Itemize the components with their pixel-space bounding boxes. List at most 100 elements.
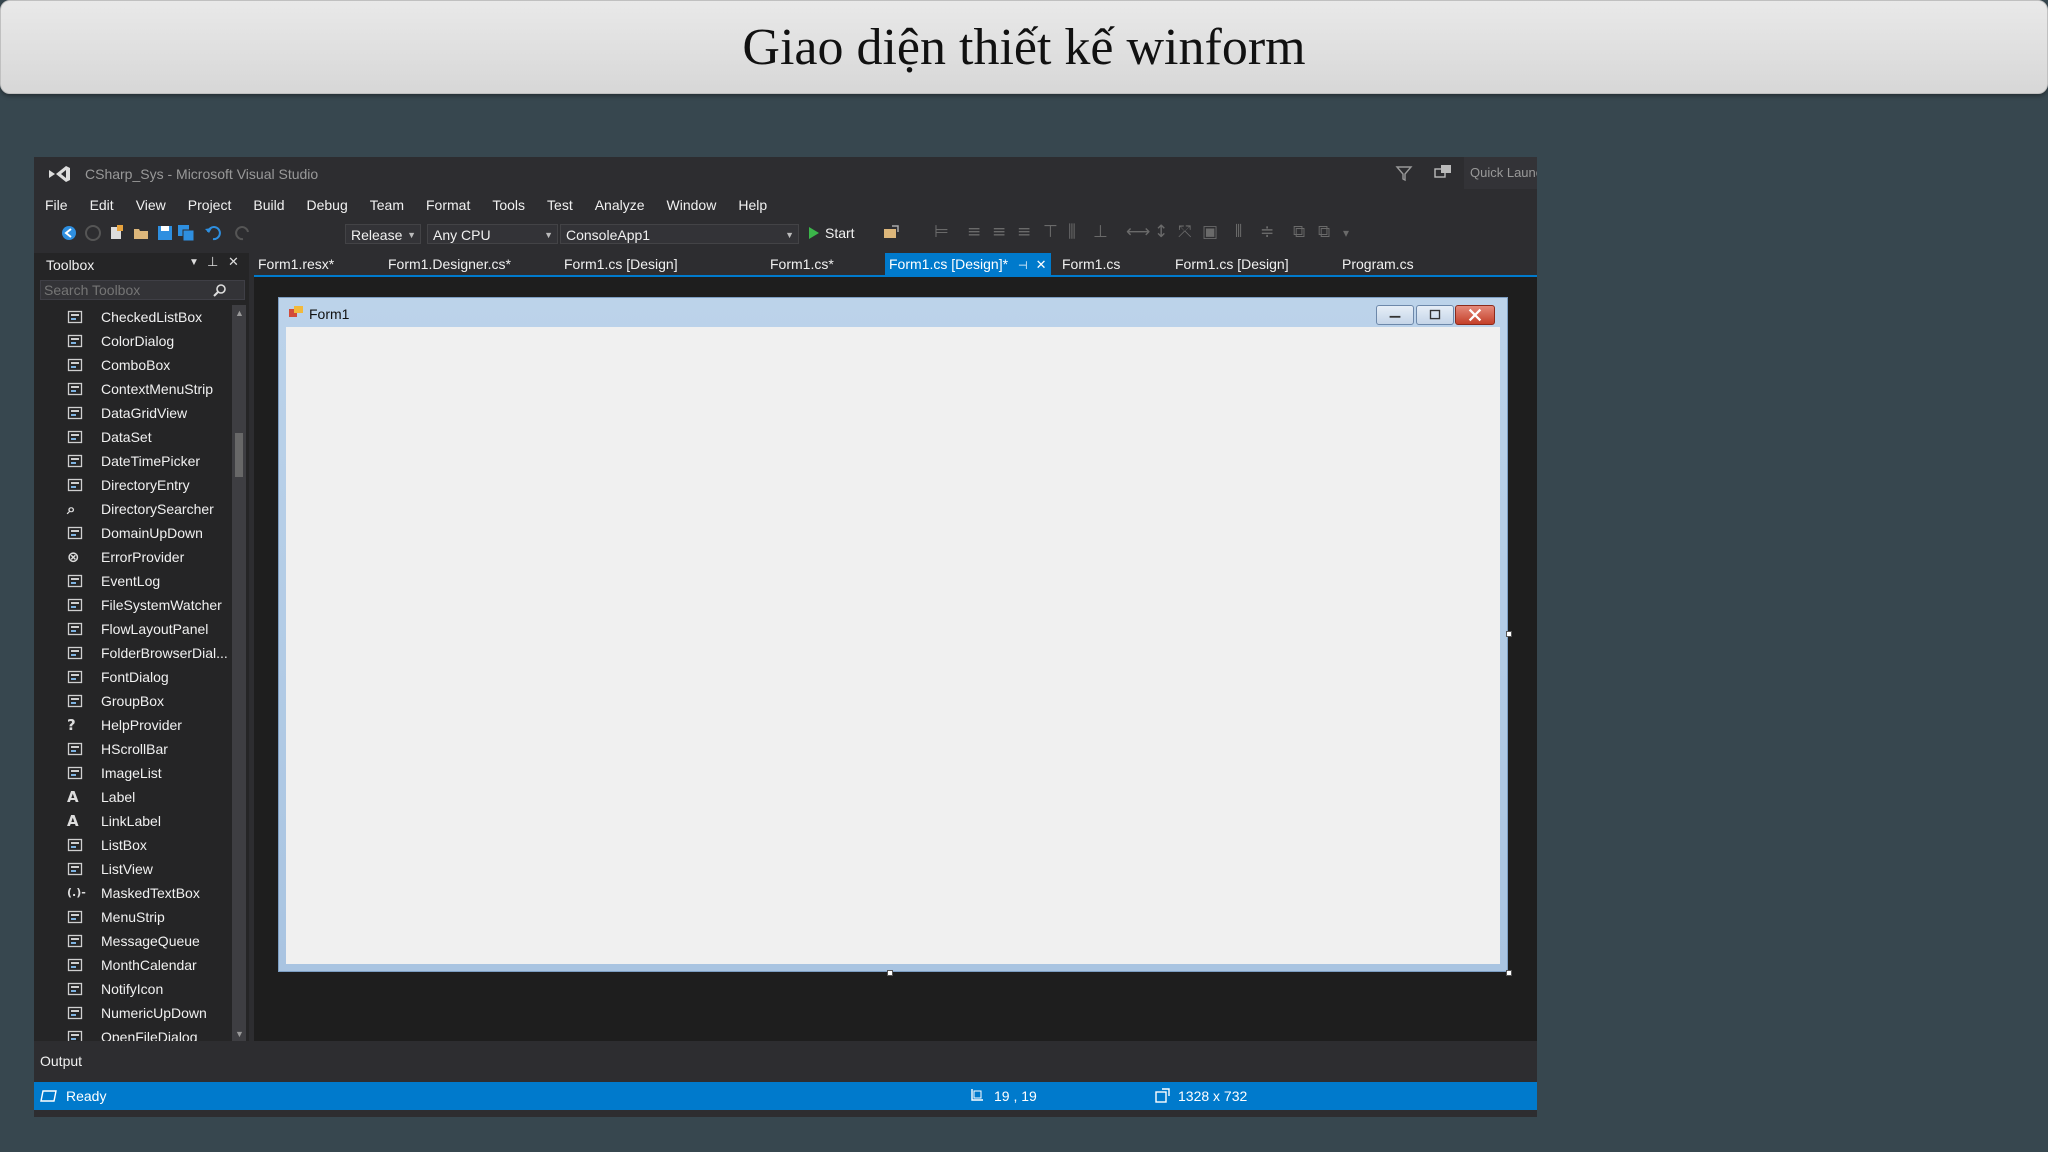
toolbox-scrollbar[interactable]: ▲ ▼ [232, 305, 246, 1041]
menu-edit[interactable]: Edit [79, 193, 125, 217]
menu-view[interactable]: View [125, 193, 177, 217]
toolbox-item[interactable]: A LinkLabel [34, 809, 230, 833]
toolbox-item[interactable]: HScrollBar [34, 737, 230, 761]
start-play-icon[interactable] [804, 224, 822, 242]
toolbox-item[interactable]: DataSet [34, 425, 230, 449]
tab-form1-resx[interactable]: Form1.resx* [254, 253, 338, 275]
search-icon[interactable] [213, 283, 227, 297]
scroll-down-icon[interactable]: ▼ [235, 1029, 244, 1039]
tab-form1-cs[interactable]: Form1.cs [1058, 253, 1124, 275]
window-position-icon[interactable]: ▼ [189, 257, 199, 268]
start-button[interactable]: Start [825, 225, 855, 241]
toolbox-item[interactable]: ContextMenuStrip [34, 377, 230, 401]
tab-program-cs[interactable]: Program.cs [1338, 253, 1418, 275]
make-same-width-icon[interactable]: ⟷ [1126, 222, 1150, 242]
undo-icon[interactable] [204, 224, 222, 242]
align-left-icon[interactable]: ≡ [967, 222, 981, 242]
close-icon[interactable]: ✕ [1036, 257, 1047, 272]
toolbox-item[interactable]: ComboBox [34, 353, 230, 377]
tab-form1-design-active[interactable]: Form1.cs [Design]* ⊣ ✕ [885, 253, 1051, 275]
vertical-spacing-icon[interactable]: ≑ [1260, 222, 1274, 242]
resize-handle-corner[interactable] [1506, 970, 1512, 976]
align-right-icon[interactable]: ≡ [1017, 222, 1031, 242]
toolbox-item[interactable]: MessageQueue [34, 929, 230, 953]
menu-format[interactable]: Format [415, 193, 481, 217]
bring-to-front-icon[interactable]: ⧉ [1293, 222, 1305, 242]
toolbox-item[interactable]: MenuStrip [34, 905, 230, 929]
pin-icon[interactable]: ⊣ [1018, 260, 1028, 272]
output-panel-tab[interactable]: Output [40, 1053, 82, 1069]
toolbox-item[interactable]: DomainUpDown [34, 521, 230, 545]
toolbox-item[interactable]: ImageList [34, 761, 230, 785]
toolbox-item[interactable]: CheckedListBox [34, 305, 230, 329]
toolbox-item[interactable]: ⌕ DirectorySearcher [34, 497, 230, 521]
toolbox-item[interactable]: ? HelpProvider [34, 713, 230, 737]
toolbox-item[interactable]: ListView [34, 857, 230, 881]
toolbox-item[interactable]: (.)- MaskedTextBox [34, 881, 230, 905]
pin-icon[interactable]: ⊥ [207, 254, 218, 270]
menu-debug[interactable]: Debug [296, 193, 359, 217]
feedback-icon[interactable] [1432, 163, 1454, 183]
save-all-icon[interactable] [177, 224, 195, 242]
toolbox-item[interactable]: DateTimePicker [34, 449, 230, 473]
platform-dropdown[interactable]: Any CPU ▼ [427, 224, 558, 244]
tab-form1-design[interactable]: Form1.cs [Design] [560, 253, 682, 275]
form-client-area[interactable] [286, 327, 1500, 964]
make-same-height-icon[interactable]: ↕ [1154, 222, 1168, 242]
browser-link-icon[interactable] [882, 224, 900, 242]
align-lefts-icon[interactable]: ⊨ [934, 222, 949, 242]
toolbox-item[interactable]: ⊗ ErrorProvider [34, 545, 230, 569]
toolbox-item[interactable]: ColorDialog [34, 329, 230, 353]
configuration-dropdown[interactable]: Release ▼ [345, 224, 421, 244]
tab-form1-design-2[interactable]: Form1.cs [Design] [1171, 253, 1293, 275]
toolbox-item[interactable]: FileSystemWatcher [34, 593, 230, 617]
send-to-back-icon[interactable]: ⧉ [1318, 222, 1330, 242]
toolbox-item[interactable]: DirectoryEntry [34, 473, 230, 497]
menu-project[interactable]: Project [177, 193, 243, 217]
align-middle-icon[interactable]: ⫼ [1068, 222, 1076, 242]
resize-handle-bottom[interactable] [887, 970, 893, 976]
navigate-back-icon[interactable] [60, 224, 78, 242]
horizontal-spacing-icon[interactable]: ⫴ [1235, 222, 1242, 242]
quick-launch-input[interactable]: Quick Launch [1464, 157, 1537, 189]
toolbox-search[interactable] [40, 280, 245, 300]
toolbox-item[interactable]: EventLog [34, 569, 230, 593]
toolbox-item[interactable]: NumericUpDown [34, 1001, 230, 1025]
menu-test[interactable]: Test [536, 193, 584, 217]
toolbox-item[interactable]: FolderBrowserDial... [34, 641, 230, 665]
toolbox-item[interactable]: MonthCalendar [34, 953, 230, 977]
toolbox-item[interactable]: OpenFileDialog [34, 1025, 230, 1041]
designed-form[interactable]: Form1 [278, 297, 1508, 972]
align-bottom-icon[interactable]: ⊥ [1093, 222, 1108, 242]
toolbox-item[interactable]: ListBox [34, 833, 230, 857]
navigate-forward-icon[interactable] [84, 224, 102, 242]
menu-analyze[interactable]: Analyze [584, 193, 656, 217]
open-file-icon[interactable] [132, 224, 150, 242]
menu-tools[interactable]: Tools [481, 193, 536, 217]
menu-file[interactable]: File [34, 193, 79, 217]
toolbox-item[interactable]: FontDialog [34, 665, 230, 689]
tab-form1-designer-cs[interactable]: Form1.Designer.cs* [384, 253, 515, 275]
save-icon[interactable] [156, 224, 174, 242]
align-center-icon[interactable]: ≡ [992, 222, 1006, 242]
form-maximize-button[interactable] [1416, 305, 1454, 325]
align-top-icon[interactable]: ⊤ [1043, 222, 1058, 242]
menu-help[interactable]: Help [727, 193, 778, 217]
menu-build[interactable]: Build [242, 193, 295, 217]
toolbox-item[interactable]: A Label [34, 785, 230, 809]
redo-icon[interactable] [234, 224, 252, 242]
resize-handle-right[interactable] [1506, 631, 1512, 637]
scroll-thumb[interactable] [235, 433, 243, 477]
filter-icon[interactable] [1394, 163, 1414, 183]
menu-team[interactable]: Team [359, 193, 415, 217]
toolbox-item[interactable]: NotifyIcon [34, 977, 230, 1001]
close-icon[interactable]: ✕ [228, 254, 239, 270]
scroll-up-icon[interactable]: ▲ [235, 308, 244, 318]
startup-project-dropdown[interactable]: ConsoleApp1 ▼ [560, 224, 799, 244]
toolbox-search-input[interactable] [44, 281, 204, 299]
form-minimize-button[interactable] [1376, 305, 1414, 325]
new-project-icon[interactable] [108, 224, 126, 242]
make-same-size-icon[interactable]: ▣ [1202, 222, 1218, 242]
size-to-grid-icon[interactable]: ⤧ [1178, 222, 1192, 242]
tab-form1-cs-modified[interactable]: Form1.cs* [766, 253, 838, 275]
